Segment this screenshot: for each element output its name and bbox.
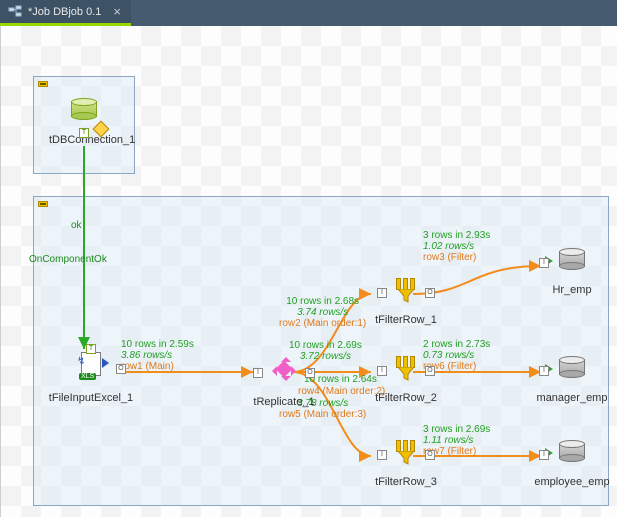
link-row2-label: 10 rows in 2.68s 3.74 rows/s row2 (Main … xyxy=(279,296,366,329)
node-treplicate[interactable]: tReplicate_1 xyxy=(239,356,329,408)
node-tfilterrow-2[interactable]: tFilterRow_2 xyxy=(361,356,451,404)
replicate-icon xyxy=(267,356,301,390)
link-trigger-midlabel: ok xyxy=(71,220,82,231)
node-label: tFilterRow_2 xyxy=(361,392,451,404)
filter-icon xyxy=(389,278,423,312)
node-tfilterrow-1[interactable]: tFilterRow_1 xyxy=(361,278,451,326)
node-label: tReplicate_1 xyxy=(239,396,329,408)
filter-icon xyxy=(389,440,423,474)
job-designer-canvas[interactable]: ok OnComponentOk 10 rows in 2.59s 3.86 r… xyxy=(0,26,617,517)
node-label: tFileInputExcel_1 xyxy=(41,392,141,404)
db-output-icon xyxy=(555,248,589,282)
node-dboutput-employee-emp[interactable]: employee_emp xyxy=(527,440,617,488)
node-dboutput-manager-emp[interactable]: manager_emp xyxy=(531,356,613,404)
node-tdbconnection[interactable]: tDBConnection_1 xyxy=(49,98,119,146)
node-tfileinputexcel[interactable]: ↯ XLS tFileInputExcel_1 xyxy=(41,352,141,404)
excel-input-icon: ↯ XLS xyxy=(74,352,108,386)
link-trigger-label: OnComponentOk xyxy=(29,254,107,265)
db-connection-icon xyxy=(67,98,101,132)
db-output-icon xyxy=(555,440,589,474)
job-icon xyxy=(8,5,22,19)
editor-tabbar: *Job DBjob 0.1 × xyxy=(0,0,617,26)
node-label: employee_emp xyxy=(527,476,617,488)
tab-title: *Job DBjob 0.1 xyxy=(28,6,101,18)
tab-job-dbjob[interactable]: *Job DBjob 0.1 × xyxy=(0,0,131,26)
node-tfilterrow-3[interactable]: tFilterRow_3 xyxy=(361,440,451,488)
filter-icon xyxy=(389,356,423,390)
node-label: tFilterRow_1 xyxy=(361,314,451,326)
node-label: Hr_emp xyxy=(537,284,607,296)
close-icon[interactable]: × xyxy=(113,4,121,19)
node-label: tFilterRow_3 xyxy=(361,476,451,488)
link-row3-label: 3 rows in 2.93s 1.02 rows/s row3 (Filter… xyxy=(423,230,490,263)
db-output-icon xyxy=(555,356,589,390)
node-label: manager_emp xyxy=(531,392,613,404)
node-dboutput-hr-emp[interactable]: Hr_emp xyxy=(537,248,607,296)
